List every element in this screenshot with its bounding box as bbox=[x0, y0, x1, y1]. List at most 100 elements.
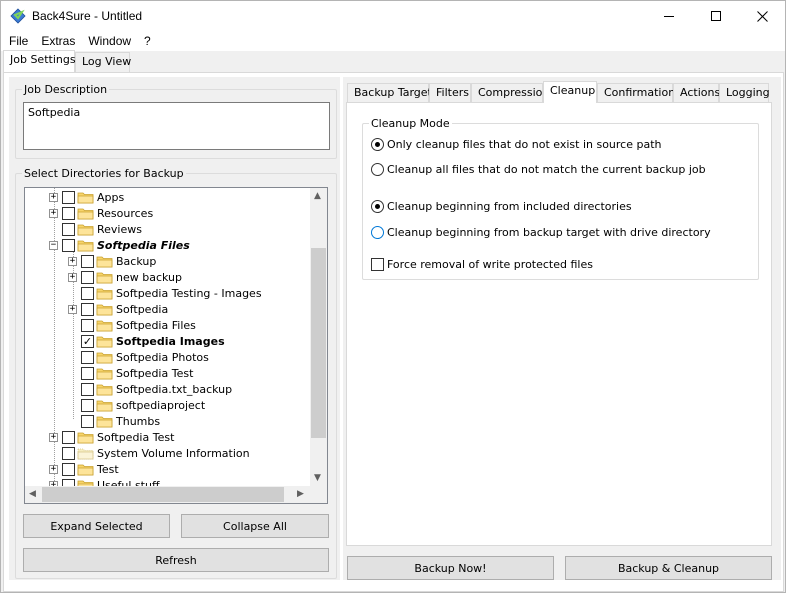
force-removal-option[interactable]: Force removal of write protected files bbox=[371, 258, 593, 271]
expand-icon[interactable]: + bbox=[68, 304, 77, 314]
tree-item-checkbox[interactable] bbox=[81, 382, 94, 396]
tree-item-checkbox[interactable] bbox=[62, 462, 75, 476]
minimize-icon bbox=[664, 15, 674, 17]
tree-item[interactable]: ✓ Softpedia Images bbox=[68, 333, 225, 349]
tree-vertical-scrollbar[interactable]: ▲ ▼ bbox=[310, 188, 327, 487]
tree-item[interactable]: − Softpedia Files bbox=[49, 237, 190, 253]
tab-logging[interactable]: Logging bbox=[719, 83, 770, 103]
tree-item-checkbox[interactable] bbox=[62, 238, 75, 252]
tab-log-view[interactable]: Log View bbox=[75, 52, 131, 72]
scroll-up-icon[interactable]: ▲ bbox=[314, 191, 321, 201]
folder-icon bbox=[96, 368, 113, 379]
collapse-icon[interactable]: − bbox=[49, 240, 58, 250]
job-description-input[interactable]: Softpedia bbox=[23, 102, 330, 150]
tab-compression[interactable]: Compression bbox=[471, 83, 549, 103]
directory-tree[interactable]: + Apps + Resources Reviews − Softpedia Files + B… bbox=[24, 187, 328, 504]
scroll-right-icon[interactable]: ▶ bbox=[297, 489, 304, 499]
expand-icon[interactable]: + bbox=[49, 432, 58, 442]
tree-item-checkbox[interactable] bbox=[81, 318, 94, 332]
expand-icon[interactable]: + bbox=[68, 256, 77, 266]
close-button[interactable] bbox=[739, 1, 785, 31]
collapse-all-button[interactable]: Collapse All bbox=[181, 514, 329, 538]
tab-cleanup[interactable]: Cleanup bbox=[543, 81, 597, 103]
expand-selected-button[interactable]: Expand Selected bbox=[23, 514, 170, 538]
backup-cleanup-button[interactable]: Backup & Cleanup bbox=[565, 556, 772, 580]
tree-item-checkbox[interactable] bbox=[62, 446, 75, 460]
tree-item[interactable]: Softpedia Files bbox=[68, 317, 196, 333]
tree-item-label: Reviews bbox=[97, 222, 142, 236]
option-cleanup-all-nonmatching[interactable]: Cleanup all files that do not match the … bbox=[371, 163, 706, 176]
tree-item-label: Resources bbox=[97, 206, 154, 220]
tree-item-label: Softpedia.txt_backup bbox=[116, 382, 233, 396]
option-from-backup-target[interactable]: Cleanup beginning from backup target wit… bbox=[371, 226, 711, 239]
tree-item-checkbox[interactable] bbox=[81, 254, 94, 268]
tree-item-checkbox[interactable] bbox=[81, 302, 94, 316]
tree-item[interactable]: softpediaproject bbox=[68, 397, 205, 413]
tree-item-checkbox[interactable] bbox=[81, 270, 94, 284]
scroll-left-icon[interactable]: ◀ bbox=[29, 489, 36, 499]
tree-item-checkbox[interactable] bbox=[62, 206, 75, 220]
tree-item-checkbox[interactable] bbox=[62, 430, 75, 444]
tree-item-checkbox[interactable] bbox=[81, 350, 94, 364]
tab-backup-target[interactable]: Backup Target bbox=[347, 83, 432, 103]
tree-horizontal-scrollbar[interactable]: ◀ ▶ bbox=[25, 486, 327, 503]
radio-only-cleanup-missing[interactable] bbox=[371, 138, 384, 151]
minimize-button[interactable] bbox=[646, 1, 692, 31]
radio-cleanup-all-nonmatching[interactable] bbox=[371, 163, 384, 176]
tree-item[interactable]: System Volume Information bbox=[49, 445, 250, 461]
force-removal-checkbox[interactable] bbox=[371, 258, 384, 271]
window-title: Back4Sure - Untitled bbox=[32, 9, 143, 23]
expand-icon[interactable]: + bbox=[68, 272, 77, 282]
tab-job-settings[interactable]: Job Settings bbox=[3, 50, 76, 72]
option-only-cleanup-missing[interactable]: Only cleanup files that do not exist in … bbox=[371, 138, 662, 151]
folder-icon bbox=[96, 288, 113, 299]
tree-item[interactable]: + Test bbox=[49, 461, 119, 477]
tab-actions[interactable]: Actions bbox=[673, 83, 720, 103]
tree-item[interactable]: Softpedia Testing - Images bbox=[68, 285, 262, 301]
tree-item[interactable]: + Resources bbox=[49, 205, 153, 221]
expand-icon[interactable]: + bbox=[49, 192, 58, 202]
expand-icon[interactable]: + bbox=[49, 208, 58, 218]
tree-horizontal-thumb[interactable] bbox=[42, 487, 284, 502]
tree-item-checkbox[interactable] bbox=[62, 190, 75, 204]
tree-item-checkbox[interactable] bbox=[81, 398, 94, 412]
backup-now-button[interactable]: Backup Now! bbox=[347, 556, 554, 580]
tree-item[interactable]: Softpedia Photos bbox=[68, 349, 209, 365]
scroll-down-icon[interactable]: ▼ bbox=[314, 473, 321, 483]
expand-icon[interactable]: + bbox=[49, 464, 58, 474]
menu-extras[interactable]: Extras bbox=[36, 31, 80, 51]
tree-item-checkbox[interactable] bbox=[81, 414, 94, 428]
tree-item[interactable]: + Apps bbox=[49, 189, 124, 205]
folder-icon bbox=[96, 304, 113, 315]
tree-item[interactable]: Softpedia Test bbox=[68, 365, 193, 381]
tree-item[interactable]: + Backup bbox=[68, 253, 156, 269]
tree-item-checkbox[interactable] bbox=[81, 366, 94, 380]
tree-item-checkbox[interactable] bbox=[81, 286, 94, 300]
tree-item-checkbox[interactable]: ✓ bbox=[81, 334, 94, 348]
title-bar: Back4Sure - Untitled bbox=[1, 1, 785, 31]
menu-file[interactable]: File bbox=[4, 31, 33, 51]
radio-from-included-dirs[interactable] bbox=[371, 200, 384, 213]
tree-item[interactable]: Thumbs bbox=[68, 413, 160, 429]
tab-confirmations[interactable]: Confirmations bbox=[597, 83, 681, 103]
radio-from-backup-target[interactable] bbox=[371, 226, 384, 239]
tab-filters[interactable]: Filters bbox=[429, 83, 471, 103]
tree-item[interactable]: Softpedia.txt_backup bbox=[68, 381, 232, 397]
tree-item[interactable]: Reviews bbox=[49, 221, 142, 237]
refresh-button[interactable]: Refresh bbox=[23, 548, 329, 572]
tree-item-checkbox[interactable] bbox=[62, 222, 75, 236]
menu-help[interactable]: ? bbox=[139, 31, 156, 51]
option-from-included-dirs[interactable]: Cleanup beginning from included director… bbox=[371, 200, 632, 213]
tree-item[interactable]: + new backup bbox=[68, 269, 182, 285]
maximize-button[interactable] bbox=[693, 1, 739, 31]
tree-item[interactable]: + Softpedia Test bbox=[49, 429, 174, 445]
option-from-backup-target-label: Cleanup beginning from backup target wit… bbox=[387, 226, 711, 239]
folder-icon bbox=[96, 320, 113, 331]
tree-item-label: Apps bbox=[97, 190, 125, 204]
menu-window[interactable]: Window bbox=[83, 31, 136, 51]
tree-vertical-thumb[interactable] bbox=[311, 248, 326, 438]
tree-item[interactable]: + Softpedia bbox=[68, 301, 168, 317]
